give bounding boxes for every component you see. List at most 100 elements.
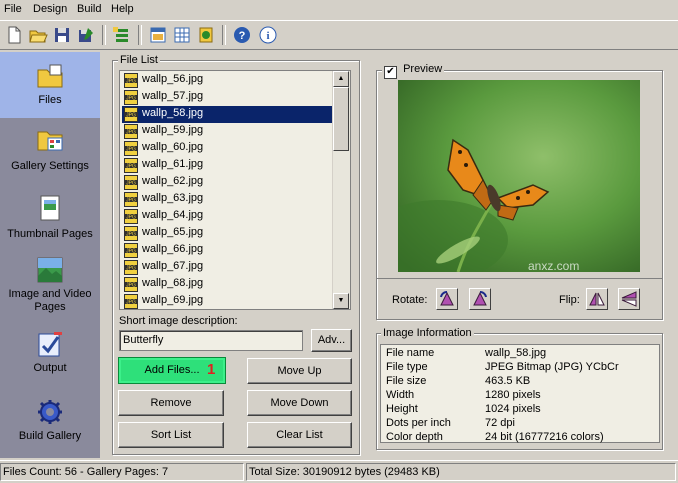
jpg-file-icon: JPG [124, 192, 138, 207]
menu-file[interactable]: File [4, 3, 22, 15]
file-name: wallp_67.jpg [142, 260, 204, 272]
preview-checkbox[interactable]: ✔ [384, 66, 397, 79]
move-up-button[interactable]: Move Up [247, 358, 352, 384]
nav-label: Output [33, 362, 67, 374]
description-label: Short image description: [119, 315, 238, 327]
file-name: wallp_66.jpg [142, 243, 204, 255]
svg-text:JPG: JPG [126, 214, 136, 220]
new-document-icon[interactable] [4, 25, 24, 45]
flip-label: Flip: [559, 294, 580, 306]
file-list-item[interactable]: JPG wallp_67.jpg [122, 259, 334, 276]
toolbar-separator [222, 25, 226, 45]
svg-text:JPG: JPG [126, 112, 136, 118]
file-list-scrollbar[interactable]: ▲ ▼ [332, 71, 350, 309]
file-list-item[interactable]: JPG wallp_58.jpg [122, 106, 334, 123]
clear-list-button[interactable]: Clear List [247, 422, 352, 448]
html-page-icon[interactable] [148, 25, 168, 45]
rotate-right-icon [473, 290, 487, 306]
help-icon[interactable]: ? [232, 25, 252, 45]
file-list-item[interactable]: JPG wallp_68.jpg [122, 276, 334, 293]
file-list-item[interactable]: JPG wallp_56.jpg [122, 72, 334, 89]
advanced-description-button[interactable]: Adv... [311, 329, 352, 352]
build-icon[interactable] [196, 25, 216, 45]
nav-item-output[interactable]: Output [0, 320, 100, 386]
toolbar-separator [138, 25, 142, 45]
nav-item-files[interactable]: Files [0, 52, 100, 118]
image-video-pages-icon [36, 256, 64, 284]
jpg-file-icon: JPG [124, 243, 138, 258]
file-name: wallp_56.jpg [142, 73, 204, 85]
files-folder-icon [36, 62, 64, 90]
toolbar-separator [102, 25, 106, 45]
save-icon[interactable] [52, 25, 72, 45]
file-list-item[interactable]: JPG wallp_69.jpg [122, 293, 334, 310]
nav-label: Image and Video Pages [8, 288, 92, 313]
save-as-icon[interactable] [76, 25, 96, 45]
open-folder-icon[interactable] [28, 25, 48, 45]
menu-bar: File Design Build Help [0, 0, 678, 20]
file-list-item[interactable]: JPG wallp_65.jpg [122, 225, 334, 242]
nav-label: Files [38, 94, 62, 106]
scroll-thumb[interactable] [333, 87, 349, 151]
sort-list-button[interactable]: Sort List [118, 422, 224, 448]
svg-text:JPG: JPG [126, 248, 136, 254]
svg-text:JPG: JPG [126, 146, 136, 152]
image-info-table: File name wallp_58.jpg File type JPEG Bitma… [380, 344, 660, 443]
rotate-right-button[interactable] [469, 288, 491, 310]
add-files-button[interactable]: Add Files... 1 [118, 357, 226, 384]
menu-design[interactable]: Design [33, 3, 67, 15]
file-list-item[interactable]: JPG wallp_62.jpg [122, 174, 334, 191]
remove-button[interactable]: Remove [118, 390, 224, 416]
move-down-button[interactable]: Move Down [247, 390, 352, 416]
output-icon [36, 330, 64, 358]
watermark-text: anxz.com [528, 259, 579, 272]
gallery-settings-icon [36, 126, 64, 154]
info-key: Width [386, 389, 415, 401]
preview-label: Preview [403, 63, 443, 75]
svg-text:JPG: JPG [126, 231, 136, 237]
file-list-item[interactable]: JPG wallp_60.jpg [122, 140, 334, 157]
flip-vertical-button[interactable] [618, 288, 640, 310]
add-files-icon[interactable] [112, 25, 132, 45]
flip-horizontal-button[interactable] [586, 288, 608, 310]
jpg-file-icon: JPG [124, 226, 138, 241]
info-row: File type JPEG Bitmap (JPG) YCbCr [381, 361, 659, 375]
nav-item-thumbnail-pages[interactable]: Thumbnail Pages [0, 184, 100, 250]
scroll-down-button[interactable]: ▼ [333, 293, 349, 309]
svg-text:JPG: JPG [126, 180, 136, 186]
menu-help[interactable]: Help [111, 3, 134, 15]
scroll-up-button[interactable]: ▲ [333, 71, 349, 87]
info-value: 72 dpi [485, 417, 515, 429]
info-row: Height 1024 pixels [381, 403, 659, 417]
file-list-item[interactable]: JPG wallp_61.jpg [122, 157, 334, 174]
nav-item-build-gallery[interactable]: Build Gallery [0, 386, 100, 458]
file-list[interactable]: JPG wallp_56.jpg JPG wallp_57.jpg JPG wallp_5… [119, 70, 351, 310]
info-row: File size 463.5 KB [381, 375, 659, 389]
file-list-item[interactable]: JPG wallp_66.jpg [122, 242, 334, 259]
step-badge: 1 [207, 361, 216, 378]
rotate-left-button[interactable] [436, 288, 458, 310]
nav-item-image-video-pages[interactable]: Image and Video Pages [0, 250, 100, 320]
svg-text:?: ? [239, 30, 246, 42]
info-value: 24 bit (16777216 colors) [485, 431, 604, 443]
description-input[interactable]: Butterfly [119, 330, 303, 351]
info-icon[interactable]: i [258, 25, 278, 45]
nav-label: Build Gallery [18, 430, 82, 442]
file-name: wallp_60.jpg [142, 141, 204, 153]
menu-build[interactable]: Build [77, 3, 101, 15]
info-key: Height [386, 403, 418, 415]
file-list-item[interactable]: JPG wallp_57.jpg [122, 89, 334, 106]
file-name: wallp_65.jpg [142, 226, 204, 238]
table-layout-icon[interactable] [172, 25, 192, 45]
info-key: File name [386, 347, 435, 359]
svg-text:JPG: JPG [126, 163, 136, 169]
preview-header: ✔ Preview [382, 63, 445, 79]
file-list-item[interactable]: JPG wallp_64.jpg [122, 208, 334, 225]
info-value: JPEG Bitmap (JPG) YCbCr [485, 361, 619, 373]
file-name: wallp_64.jpg [142, 209, 204, 221]
nav-item-gallery-settings[interactable]: Gallery Settings [0, 118, 100, 184]
file-list-item[interactable]: JPG wallp_63.jpg [122, 191, 334, 208]
jpg-file-icon: JPG [124, 277, 138, 292]
jpg-file-icon: JPG [124, 141, 138, 156]
file-list-item[interactable]: JPG wallp_59.jpg [122, 123, 334, 140]
